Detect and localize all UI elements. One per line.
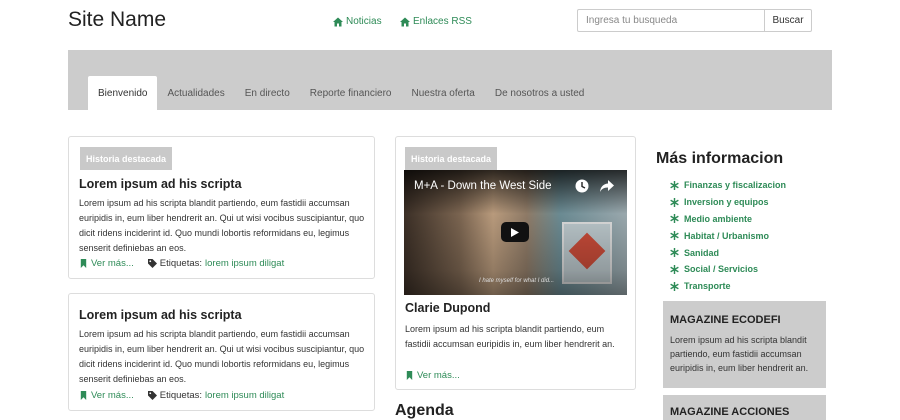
card-footer: Ver más... Etiquetas: lorem ipsum diliga…	[79, 258, 284, 269]
tags-link[interactable]: lorem ipsum diligat	[205, 390, 284, 401]
site-name[interactable]: Site Name	[68, 8, 166, 32]
sidebar-item-habitat[interactable]: Habitat / Urbanismo	[670, 227, 786, 244]
agenda-heading: Agenda	[395, 402, 454, 419]
tags-link[interactable]: lorem ipsum diligat	[205, 258, 284, 269]
magazine-box[interactable]: MAGAZINE ACCIONES	[663, 395, 826, 420]
featured-card: Historia destacada Lorem ipsum ad his sc…	[68, 136, 375, 279]
featured-badge: Historia destacada	[80, 147, 173, 170]
asterisk-icon	[670, 180, 679, 190]
nav-link-label: Enlaces RSS	[413, 16, 472, 27]
watch-later-icon[interactable]	[575, 179, 589, 193]
sidebar-item-transporte[interactable]: Transporte	[670, 278, 786, 295]
featured-badge: Historia destacada	[405, 147, 498, 170]
featured-card: Lorem ipsum ad his scripta Lorem ipsum a…	[68, 293, 375, 411]
sidebar-item-sanidad[interactable]: Sanidad	[670, 244, 786, 261]
card-body: Lorem ipsum ad his scripta blandit parti…	[405, 324, 615, 349]
sidebar-item-label: Habitat / Urbanismo	[684, 230, 770, 241]
play-icon	[511, 227, 519, 237]
sidebar-item-social[interactable]: Social / Servicios	[670, 261, 786, 278]
card-title[interactable]: Lorem ipsum ad his scripta	[79, 177, 242, 191]
tab-reporte-financiero[interactable]: Reporte financiero	[300, 76, 402, 110]
magazine-title[interactable]: MAGAZINE ACCIONES	[670, 406, 789, 418]
video-player[interactable]: M+A - Down the West Side I hate myself f…	[404, 170, 627, 295]
card-footer: Ver más...	[405, 370, 460, 381]
sidebar-item-finanzas[interactable]: Finanzas y fiscalizacion	[670, 177, 786, 194]
tab-de-nosotros[interactable]: De nosotros a usted	[485, 76, 595, 110]
tab-actualidades[interactable]: Actualidades	[157, 76, 234, 110]
sidebar-item-label: Finanzas y fiscalizacion	[684, 180, 787, 191]
magazine-body: Lorem ipsum ad his scripta blandit parti…	[670, 335, 809, 373]
tag-icon	[147, 391, 157, 400]
video-caption: I hate myself for what I did...	[479, 278, 555, 284]
home-icon	[400, 17, 410, 26]
tag-icon	[147, 259, 157, 268]
search-button[interactable]: Buscar	[764, 9, 812, 32]
card-footer: Ver más... Etiquetas: lorem ipsum diliga…	[79, 390, 284, 401]
home-icon	[333, 17, 343, 26]
tags-label: Etiquetas:	[159, 258, 203, 269]
play-button[interactable]	[501, 222, 529, 242]
search-input[interactable]	[577, 9, 765, 32]
read-more-link[interactable]: Ver más...	[91, 258, 134, 269]
nav-tabs: Bienvenido Actualidades En directo Repor…	[88, 76, 594, 110]
bookmark-icon	[406, 371, 413, 380]
sidebar-item-label: Sanidad	[684, 247, 720, 258]
sidebar-item-medio-ambiente[interactable]: Medio ambiente	[670, 211, 786, 228]
asterisk-icon	[670, 248, 679, 258]
card-title[interactable]: Clarie Dupond	[405, 301, 490, 315]
read-more-link[interactable]: Ver más...	[91, 390, 134, 401]
tab-bienvenido[interactable]: Bienvenido	[88, 76, 158, 110]
sidebar-title: Más informacion	[656, 150, 784, 167]
read-more-link[interactable]: Ver más...	[417, 370, 460, 381]
main-nav: Bienvenido Actualidades En directo Repor…	[68, 50, 832, 110]
sidebar-item-inversion[interactable]: Inversion y equipos	[670, 194, 786, 211]
nav-link-label: Noticias	[346, 16, 382, 27]
sidebar-item-label: Medio ambiente	[684, 213, 753, 224]
bookmark-icon	[80, 259, 87, 268]
asterisk-icon	[670, 264, 679, 274]
sidebar-list: Finanzas y fiscalizacion Inversion y equ…	[670, 177, 786, 295]
tags-label: Etiquetas:	[159, 390, 203, 401]
sidebar-item-label: Inversion y equipos	[684, 197, 769, 208]
asterisk-icon	[670, 214, 679, 224]
card-body: Lorem ipsum ad his scripta blandit parti…	[79, 198, 365, 253]
sidebar-item-label: Social / Servicios	[684, 264, 759, 275]
magazine-box[interactable]: MAGAZINE ECODEFI Lorem ipsum ad his scri…	[663, 301, 826, 388]
asterisk-icon	[670, 197, 679, 207]
nav-link-noticias[interactable]: Noticias	[333, 16, 382, 27]
tab-en-directo[interactable]: En directo	[235, 76, 300, 110]
tab-nuestra-oferta[interactable]: Nuestra oferta	[402, 76, 485, 110]
asterisk-icon	[670, 281, 679, 291]
card-title[interactable]: Lorem ipsum ad his scripta	[79, 308, 242, 322]
magazine-title[interactable]: MAGAZINE ECODEFI	[670, 314, 781, 326]
nav-link-rss[interactable]: Enlaces RSS	[400, 16, 472, 27]
bookmark-icon	[80, 391, 87, 400]
sidebar-item-label: Transporte	[684, 281, 731, 292]
share-icon[interactable]	[600, 180, 614, 192]
video-card: Historia destacada M+A - Down the West S…	[395, 136, 636, 390]
asterisk-icon	[670, 231, 679, 241]
video-title[interactable]: M+A - Down the West Side	[414, 180, 552, 192]
card-body: Lorem ipsum ad his scripta blandit parti…	[79, 329, 365, 384]
